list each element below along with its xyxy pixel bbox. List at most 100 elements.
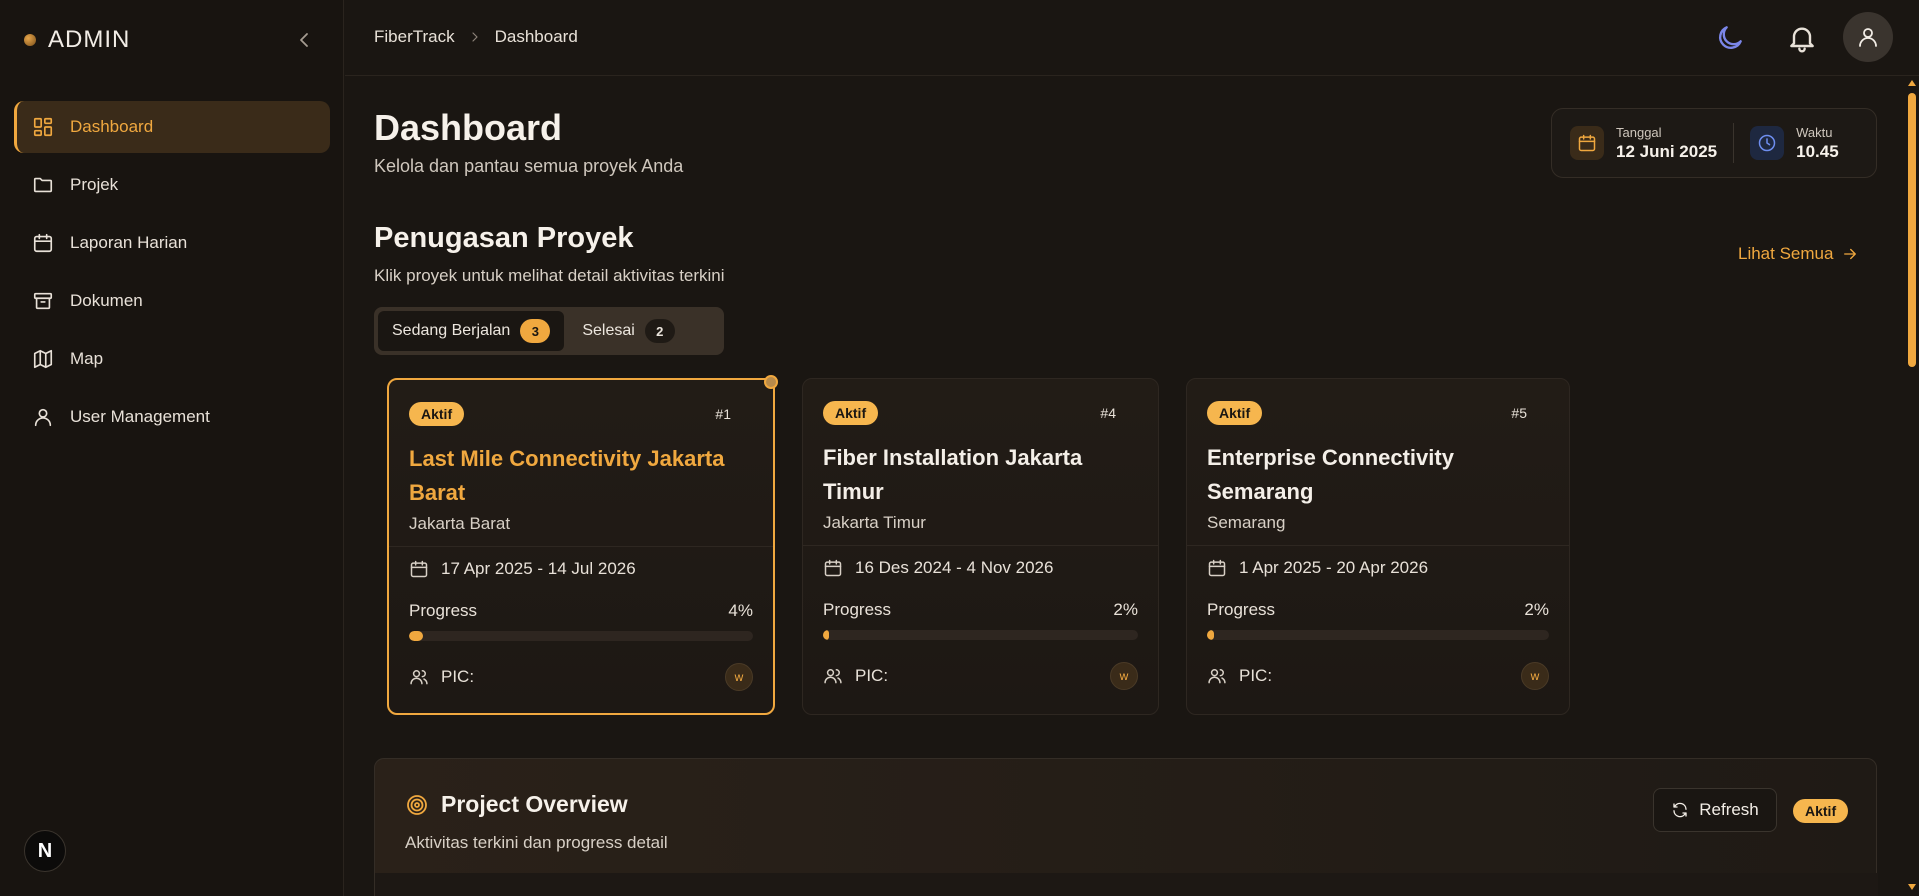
breadcrumb: FiberTrack Dashboard bbox=[374, 27, 578, 47]
tab-count-badge: 3 bbox=[520, 319, 551, 343]
project-overview-panel: Project Overview Aktivitas terkini dan p… bbox=[374, 758, 1878, 896]
progress-label: Progress bbox=[409, 601, 478, 620]
sidebar-item-label: Dokumen bbox=[70, 291, 143, 310]
status-badge: Aktif bbox=[1207, 401, 1263, 425]
progress-row: Progress 2% bbox=[823, 600, 1138, 620]
tab-sedang-berjalan[interactable]: Sedang Berjalan 3 bbox=[378, 311, 565, 351]
moon-icon bbox=[1719, 26, 1742, 49]
sidebar-item-user-management[interactable]: User Management bbox=[14, 391, 330, 443]
tab-label: Sedang Berjalan bbox=[392, 322, 511, 339]
sidebar-item-label: Dashboard bbox=[70, 117, 154, 136]
map-icon bbox=[33, 349, 53, 369]
calendar-icon bbox=[410, 560, 428, 578]
tab-label: Selesai bbox=[582, 322, 635, 339]
scroll-thumb[interactable] bbox=[1908, 93, 1916, 367]
brand-logo-icon bbox=[24, 34, 36, 46]
calendar-icon bbox=[1208, 559, 1226, 577]
project-id: #1 bbox=[715, 406, 731, 422]
pic-avatar[interactable]: w bbox=[1110, 662, 1138, 690]
chevron-right-icon bbox=[472, 32, 478, 42]
brand[interactable]: ADMIN bbox=[24, 26, 130, 54]
sidebar-item-projek[interactable]: Projek bbox=[14, 159, 330, 211]
scroll-down-arrow[interactable] bbox=[1908, 884, 1916, 890]
project-dates: 1 Apr 2025 - 20 Apr 2026 bbox=[1207, 558, 1549, 578]
project-id: #4 bbox=[1100, 405, 1116, 421]
progress-label: Progress bbox=[1207, 600, 1276, 619]
breadcrumb-root[interactable]: FiberTrack bbox=[374, 27, 455, 47]
project-dates-text: 16 Des 2024 - 4 Nov 2026 bbox=[855, 558, 1054, 577]
overview-content bbox=[375, 873, 1878, 896]
date-label: Tanggal bbox=[1616, 124, 1662, 140]
refresh-button[interactable]: Refresh bbox=[1653, 788, 1777, 832]
card-divider bbox=[389, 546, 773, 547]
calendar-icon bbox=[824, 559, 842, 577]
project-card[interactable]: Aktif #4 Fiber Installation Jakarta Timu… bbox=[802, 378, 1159, 715]
project-location: Jakarta Barat bbox=[409, 514, 511, 533]
pic-row: PIC: w bbox=[1207, 662, 1549, 690]
user-icon bbox=[34, 408, 52, 427]
sidebar-item-label: Laporan Harian bbox=[70, 233, 188, 252]
see-all-link[interactable]: Lihat Semua bbox=[1738, 244, 1859, 264]
dashboard-icon bbox=[33, 117, 53, 137]
tab-count-badge: 2 bbox=[644, 319, 675, 343]
progress-value: 4% bbox=[728, 601, 753, 620]
user-avatar-button[interactable] bbox=[1843, 12, 1893, 62]
progress-fill bbox=[1207, 630, 1214, 640]
calendar-icon bbox=[33, 233, 53, 253]
framework-badge[interactable]: N bbox=[24, 830, 66, 872]
users-icon bbox=[824, 669, 842, 684]
pic-row: PIC: w bbox=[823, 662, 1138, 690]
project-card[interactable]: Aktif #5 Enterprise Connectivity Semaran… bbox=[1186, 378, 1570, 715]
sidebar-nav: Dashboard Projek Laporan Harian Dokumen … bbox=[14, 101, 330, 449]
sidebar-item-label: Map bbox=[70, 349, 104, 368]
page-title: Dashboard bbox=[374, 107, 563, 148]
project-card[interactable]: Aktif #1 Last Mile Connectivity Jakarta … bbox=[387, 375, 778, 715]
section-title: Penugasan Proyek bbox=[374, 222, 634, 254]
arrow-right-icon bbox=[1844, 248, 1857, 260]
progress-fill bbox=[409, 631, 423, 641]
sidebar-item-dashboard[interactable]: Dashboard bbox=[14, 101, 330, 153]
status-badge: Aktif bbox=[409, 402, 465, 426]
brand-name: ADMIN bbox=[48, 26, 131, 53]
scroll-up-arrow[interactable] bbox=[1908, 80, 1916, 86]
notifications-button[interactable] bbox=[1786, 22, 1818, 54]
page-scrollbar[interactable] bbox=[1905, 77, 1919, 896]
theme-toggle-button[interactable] bbox=[1714, 22, 1746, 54]
pic-avatar[interactable]: w bbox=[725, 663, 753, 691]
card-divider bbox=[1187, 545, 1569, 546]
project-title: Last Mile Connectivity Jakarta Barat bbox=[409, 446, 725, 505]
sidebar-item-laporan-harian[interactable]: Laporan Harian bbox=[14, 217, 330, 269]
users-icon bbox=[410, 670, 428, 685]
sidebar-item-map[interactable]: Map bbox=[14, 333, 330, 385]
progress-fill bbox=[823, 630, 830, 640]
time-label: Waktu bbox=[1796, 124, 1833, 140]
card-divider bbox=[803, 545, 1158, 546]
project-title: Fiber Installation Jakarta Timur bbox=[823, 445, 1083, 504]
project-status-tabs: Sedang Berjalan 3 Selesai 2 bbox=[374, 307, 724, 355]
overview-subtitle: Aktivitas terkini dan progress detail bbox=[405, 833, 668, 852]
refresh-icon bbox=[1673, 802, 1687, 818]
progress-bar bbox=[1207, 630, 1549, 640]
breadcrumb-current: Dashboard bbox=[494, 27, 578, 46]
date-block: Tanggal 12 Juni 2025 bbox=[1570, 125, 1717, 162]
see-all-label: Lihat Semua bbox=[1738, 244, 1834, 263]
overview-title-text: Project Overview bbox=[441, 791, 628, 817]
chevron-left-icon bbox=[300, 33, 308, 47]
pic-avatar[interactable]: w bbox=[1521, 662, 1549, 690]
project-location: Jakarta Timur bbox=[823, 513, 926, 532]
users-icon bbox=[1208, 669, 1226, 684]
progress-bar bbox=[409, 631, 753, 641]
progress-value: 2% bbox=[1524, 600, 1549, 619]
tab-selesai[interactable]: Selesai 2 bbox=[568, 311, 688, 351]
project-dates: 16 Des 2024 - 4 Nov 2026 bbox=[823, 558, 1138, 578]
selected-indicator bbox=[764, 375, 778, 389]
sidebar-item-label: User Management bbox=[70, 407, 210, 426]
progress-value: 2% bbox=[1113, 600, 1138, 619]
progress-row: Progress 2% bbox=[1207, 600, 1549, 620]
progress-row: Progress 4% bbox=[409, 601, 753, 621]
sidebar-item-dokumen[interactable]: Dokumen bbox=[14, 275, 330, 327]
pic-label: PIC: bbox=[441, 667, 475, 686]
clock-icon bbox=[1750, 126, 1785, 160]
collapse-sidebar-button[interactable] bbox=[292, 28, 316, 52]
section-subtitle: Klik proyek untuk melihat detail aktivit… bbox=[374, 266, 725, 285]
